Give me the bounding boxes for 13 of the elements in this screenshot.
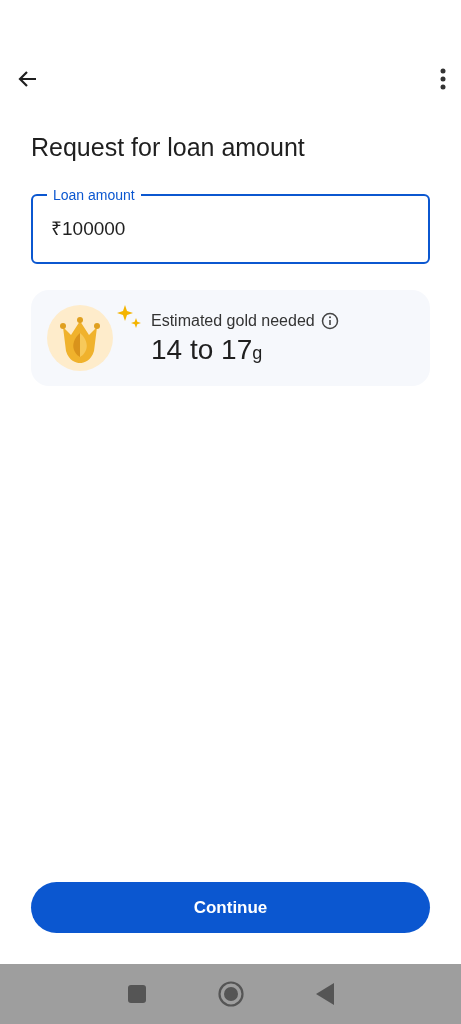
- crown-icon: [47, 303, 143, 373]
- info-icon[interactable]: [320, 312, 339, 330]
- recents-icon[interactable]: [127, 985, 146, 1003]
- rupee-prefix: ₹: [51, 216, 62, 241]
- gram-unit: g: [252, 343, 263, 363]
- more-options-icon[interactable]: [439, 67, 447, 91]
- estimate-label: Estimated gold needed: [151, 311, 315, 331]
- continue-button[interactable]: Continue: [31, 882, 430, 933]
- weight-estimate: 14 to 17: [151, 334, 253, 365]
- page-title: Request for loan amount: [31, 132, 306, 162]
- back-nav-icon[interactable]: [315, 983, 334, 1005]
- amount-value: 100000: [62, 216, 126, 241]
- home-icon[interactable]: [217, 981, 244, 1007]
